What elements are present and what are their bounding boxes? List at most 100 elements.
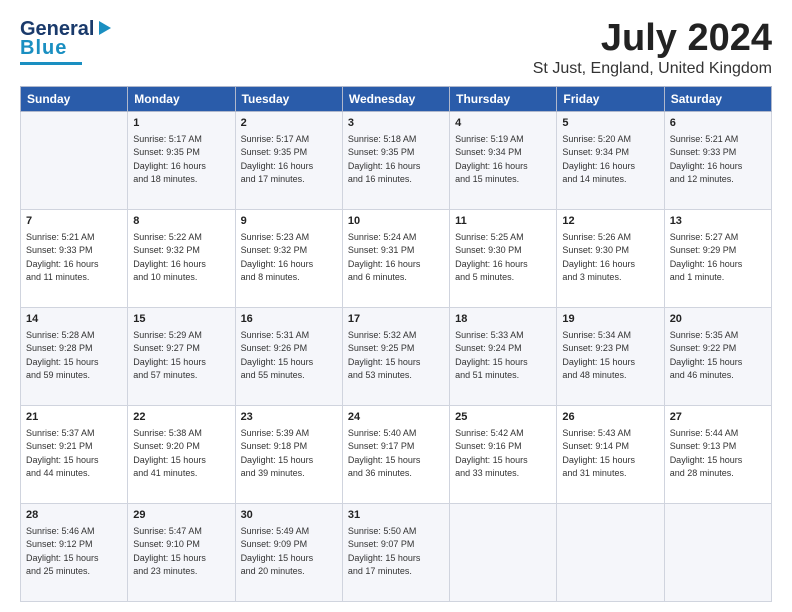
calendar-cell — [450, 503, 557, 601]
cell-info-line: and 15 minutes. — [455, 173, 551, 187]
day-number: 10 — [348, 214, 444, 230]
calendar-cell: 10Sunrise: 5:24 AMSunset: 9:31 PMDayligh… — [342, 209, 449, 307]
cell-info-line: Daylight: 16 hours — [455, 258, 551, 272]
header: General Blue July 2024 St Just, England,… — [20, 18, 772, 78]
day-number: 7 — [26, 214, 122, 230]
calendar-cell: 19Sunrise: 5:34 AMSunset: 9:23 PMDayligh… — [557, 307, 664, 405]
cell-info-line: and 39 minutes. — [241, 467, 337, 481]
calendar-cell: 5Sunrise: 5:20 AMSunset: 9:34 PMDaylight… — [557, 111, 664, 209]
day-number: 14 — [26, 312, 122, 328]
day-number: 2 — [241, 116, 337, 132]
cell-info-line: Daylight: 15 hours — [455, 454, 551, 468]
logo: General Blue — [20, 18, 113, 65]
cell-info-line: Daylight: 16 hours — [455, 160, 551, 174]
cell-info-line: and 59 minutes. — [26, 369, 122, 383]
cell-info-line: Sunset: 9:35 PM — [348, 146, 444, 160]
cell-info-line: Sunset: 9:29 PM — [670, 244, 766, 258]
cell-info-line: and 14 minutes. — [562, 173, 658, 187]
day-number: 3 — [348, 116, 444, 132]
cell-info-line: Sunset: 9:26 PM — [241, 342, 337, 356]
calendar-table: SundayMondayTuesdayWednesdayThursdayFrid… — [20, 86, 772, 602]
cell-info-line: Sunrise: 5:34 AM — [562, 329, 658, 343]
day-number: 30 — [241, 508, 337, 524]
cell-info-line: Sunrise: 5:42 AM — [455, 427, 551, 441]
cell-info-line: Sunrise: 5:46 AM — [26, 525, 122, 539]
cell-info-line: and 11 minutes. — [26, 271, 122, 285]
title-block: July 2024 St Just, England, United Kingd… — [533, 18, 772, 78]
cell-info-line: Sunset: 9:27 PM — [133, 342, 229, 356]
header-row: SundayMondayTuesdayWednesdayThursdayFrid… — [21, 86, 772, 111]
calendar-cell: 20Sunrise: 5:35 AMSunset: 9:22 PMDayligh… — [664, 307, 771, 405]
col-header-friday: Friday — [557, 86, 664, 111]
day-number: 27 — [670, 410, 766, 426]
cell-info-line: Daylight: 15 hours — [26, 454, 122, 468]
cell-info-line: Sunset: 9:32 PM — [241, 244, 337, 258]
day-number: 17 — [348, 312, 444, 328]
day-number: 6 — [670, 116, 766, 132]
cell-info-line: Sunrise: 5:25 AM — [455, 231, 551, 245]
cell-info-line: Daylight: 15 hours — [26, 356, 122, 370]
calendar-cell — [557, 503, 664, 601]
cell-info-line: Sunset: 9:10 PM — [133, 538, 229, 552]
col-header-sunday: Sunday — [21, 86, 128, 111]
cell-info-line: Sunset: 9:09 PM — [241, 538, 337, 552]
cell-info-line: Sunset: 9:30 PM — [455, 244, 551, 258]
cell-info-line: Sunset: 9:33 PM — [26, 244, 122, 258]
cell-info-line: Sunrise: 5:21 AM — [670, 133, 766, 147]
cell-info-line: and 20 minutes. — [241, 565, 337, 579]
cell-info-line: Sunrise: 5:22 AM — [133, 231, 229, 245]
week-row-2: 7Sunrise: 5:21 AMSunset: 9:33 PMDaylight… — [21, 209, 772, 307]
cell-info-line: Daylight: 16 hours — [241, 258, 337, 272]
calendar-cell: 25Sunrise: 5:42 AMSunset: 9:16 PMDayligh… — [450, 405, 557, 503]
day-number: 19 — [562, 312, 658, 328]
cell-info-line: Sunrise: 5:50 AM — [348, 525, 444, 539]
cell-info-line: Daylight: 16 hours — [670, 258, 766, 272]
cell-info-line: Sunset: 9:12 PM — [26, 538, 122, 552]
logo-blue: Blue — [20, 37, 67, 60]
cell-info-line: Sunset: 9:34 PM — [562, 146, 658, 160]
cell-info-line: and 17 minutes. — [348, 565, 444, 579]
calendar-cell — [21, 111, 128, 209]
cell-info-line: and 48 minutes. — [562, 369, 658, 383]
page: General Blue July 2024 St Just, England,… — [0, 0, 792, 612]
week-row-4: 21Sunrise: 5:37 AMSunset: 9:21 PMDayligh… — [21, 405, 772, 503]
cell-info-line: Sunset: 9:17 PM — [348, 440, 444, 454]
calendar-cell: 3Sunrise: 5:18 AMSunset: 9:35 PMDaylight… — [342, 111, 449, 209]
cell-info-line: and 6 minutes. — [348, 271, 444, 285]
day-number: 26 — [562, 410, 658, 426]
day-number: 28 — [26, 508, 122, 524]
cell-info-line: and 3 minutes. — [562, 271, 658, 285]
cell-info-line: Daylight: 15 hours — [348, 356, 444, 370]
cell-info-line: Sunrise: 5:24 AM — [348, 231, 444, 245]
cell-info-line: Daylight: 15 hours — [562, 454, 658, 468]
calendar-cell: 26Sunrise: 5:43 AMSunset: 9:14 PMDayligh… — [557, 405, 664, 503]
cell-info-line: Sunset: 9:34 PM — [455, 146, 551, 160]
cell-info-line: Daylight: 16 hours — [562, 160, 658, 174]
cell-info-line: and 44 minutes. — [26, 467, 122, 481]
day-number: 11 — [455, 214, 551, 230]
cell-info-line: Sunset: 9:28 PM — [26, 342, 122, 356]
day-number: 5 — [562, 116, 658, 132]
logo-arrow-icon — [95, 19, 113, 37]
calendar-cell: 2Sunrise: 5:17 AMSunset: 9:35 PMDaylight… — [235, 111, 342, 209]
calendar-cell: 12Sunrise: 5:26 AMSunset: 9:30 PMDayligh… — [557, 209, 664, 307]
calendar-cell — [664, 503, 771, 601]
cell-info-line: Daylight: 16 hours — [133, 160, 229, 174]
cell-info-line: Sunrise: 5:27 AM — [670, 231, 766, 245]
cell-info-line: Sunrise: 5:35 AM — [670, 329, 766, 343]
cell-info-line: and 51 minutes. — [455, 369, 551, 383]
cell-info-line: Daylight: 16 hours — [562, 258, 658, 272]
cell-info-line: Sunset: 9:20 PM — [133, 440, 229, 454]
day-number: 21 — [26, 410, 122, 426]
calendar-cell: 21Sunrise: 5:37 AMSunset: 9:21 PMDayligh… — [21, 405, 128, 503]
cell-info-line: Sunrise: 5:39 AM — [241, 427, 337, 441]
cell-info-line: and 12 minutes. — [670, 173, 766, 187]
cell-info-line: and 46 minutes. — [670, 369, 766, 383]
calendar-cell: 24Sunrise: 5:40 AMSunset: 9:17 PMDayligh… — [342, 405, 449, 503]
calendar-cell: 7Sunrise: 5:21 AMSunset: 9:33 PMDaylight… — [21, 209, 128, 307]
cell-info-line: Sunset: 9:21 PM — [26, 440, 122, 454]
week-row-3: 14Sunrise: 5:28 AMSunset: 9:28 PMDayligh… — [21, 307, 772, 405]
cell-info-line: and 36 minutes. — [348, 467, 444, 481]
cell-info-line: Sunset: 9:33 PM — [670, 146, 766, 160]
cell-info-line: Sunset: 9:35 PM — [241, 146, 337, 160]
